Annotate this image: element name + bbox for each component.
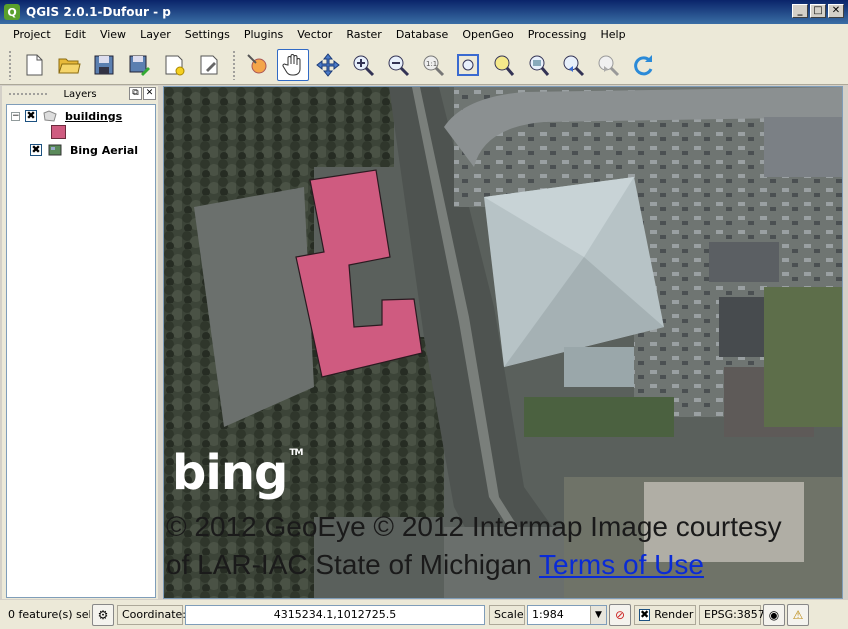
zoom-out-icon[interactable] xyxy=(382,49,414,81)
layer-row-buildings[interactable]: − ✖ buildings xyxy=(11,108,122,124)
terms-of-use-link[interactable]: Terms of Use xyxy=(539,549,704,580)
menu-raster[interactable]: Raster xyxy=(339,26,388,43)
stop-render-icon[interactable]: ⊘ xyxy=(609,603,631,626)
bing-logo-text: bing xyxy=(172,445,288,501)
layer-symbol-swatch[interactable] xyxy=(51,125,66,139)
layer-name[interactable]: Bing Aerial xyxy=(70,144,138,157)
bing-trademark: TM xyxy=(289,448,303,458)
zoom-last-icon[interactable] xyxy=(557,49,589,81)
undock-button[interactable]: ⧉ xyxy=(129,87,142,100)
refresh-icon[interactable] xyxy=(627,49,659,81)
minimize-button[interactable]: _ xyxy=(792,4,808,18)
render-checkbox[interactable]: ✖ xyxy=(639,608,651,621)
polygon-layer-icon xyxy=(43,110,57,122)
attribution-line-2: of LAR-IAC State of Michigan Terms of Us… xyxy=(166,549,704,581)
menu-bar: Project Edit View Layer Settings Plugins… xyxy=(0,24,848,45)
maximize-button[interactable]: □ xyxy=(810,4,826,18)
coordinate-label: Coordinate: xyxy=(117,604,186,625)
menu-database[interactable]: Database xyxy=(389,26,456,43)
layer-visibility-checkbox[interactable]: ✖ xyxy=(30,144,42,156)
zoom-selection-icon[interactable] xyxy=(487,49,519,81)
move-icon[interactable] xyxy=(312,49,344,81)
menu-vector[interactable]: Vector xyxy=(290,26,339,43)
menu-plugins[interactable]: Plugins xyxy=(237,26,290,43)
layers-panel: Layers ⧉ ✕ − ✖ buildings ✖ Bing Aerial xyxy=(2,86,158,599)
zoom-native-icon[interactable]: 1:1 xyxy=(417,49,449,81)
toolbar-grip-2[interactable] xyxy=(232,49,236,80)
layer-row-bing-aerial[interactable]: ✖ Bing Aerial xyxy=(25,142,138,158)
main-toolbar: 1:1 xyxy=(0,45,848,85)
zoom-next-icon[interactable] xyxy=(592,49,624,81)
collapse-icon[interactable]: − xyxy=(11,111,20,121)
status-bar: 0 feature(s) selected ⚙ Coordinate: 4315… xyxy=(0,600,848,629)
menu-view[interactable]: View xyxy=(93,26,133,43)
layer-symbol-row xyxy=(51,124,66,140)
mouse-coordinates-toggle-icon[interactable]: ⚙ xyxy=(92,603,114,626)
new-document-icon[interactable] xyxy=(18,49,50,81)
zoom-layer-icon[interactable] xyxy=(522,49,554,81)
attribution-line-1: © 2012 GeoEye © 2012 Intermap Image cour… xyxy=(166,511,782,542)
save-icon[interactable] xyxy=(88,49,120,81)
warning-icon[interactable]: ⚠ xyxy=(787,603,809,626)
composer-manager-icon[interactable] xyxy=(193,49,225,81)
menu-edit[interactable]: Edit xyxy=(58,26,93,43)
toolbar-grip[interactable] xyxy=(8,49,12,80)
scale-combobox[interactable]: 1:984 ▼ xyxy=(527,604,607,625)
chevron-down-icon[interactable]: ▼ xyxy=(590,605,606,624)
window-title: QGIS 2.0.1-Dufour - p xyxy=(26,5,171,19)
render-label: Render xyxy=(654,608,694,621)
crs-globe-icon[interactable]: ◉ xyxy=(763,603,785,626)
pan-selection-icon[interactable] xyxy=(242,49,274,81)
menu-layer[interactable]: Layer xyxy=(133,26,178,43)
menu-processing[interactable]: Processing xyxy=(521,26,594,43)
new-composer-icon[interactable] xyxy=(158,49,190,81)
window-controls: _ □ ✕ xyxy=(792,4,844,18)
panel-grip[interactable] xyxy=(8,92,48,96)
menu-project[interactable]: Project xyxy=(6,26,58,43)
attribution-text: of LAR-IAC State of Michigan xyxy=(166,549,532,580)
layer-name[interactable]: buildings xyxy=(65,110,122,123)
zoom-full-icon[interactable] xyxy=(452,49,484,81)
save-as-icon[interactable] xyxy=(123,49,155,81)
crs-button[interactable]: EPSG:3857 xyxy=(699,604,765,625)
render-toggle[interactable]: ✖ Render xyxy=(634,604,696,625)
menu-settings[interactable]: Settings xyxy=(178,26,237,43)
hand-icon[interactable] xyxy=(277,48,309,81)
title-bar: Q QGIS 2.0.1-Dufour - p _ □ ✕ xyxy=(0,0,848,24)
raster-layer-icon xyxy=(48,144,62,156)
scale-label: Scale xyxy=(489,604,525,625)
close-panel-button[interactable]: ✕ xyxy=(143,87,156,100)
menu-help[interactable]: Help xyxy=(593,26,632,43)
qgis-icon: Q xyxy=(4,4,20,20)
bing-logo: bing TM xyxy=(172,445,303,501)
feature-selection-status: 0 feature(s) selected xyxy=(8,608,90,621)
svg-text:1:1: 1:1 xyxy=(426,60,437,68)
layers-panel-title: Layers xyxy=(63,88,97,100)
layer-visibility-checkbox[interactable]: ✖ xyxy=(25,110,37,122)
open-folder-icon[interactable] xyxy=(53,49,85,81)
layers-tree: − ✖ buildings ✖ Bing Aerial xyxy=(6,104,156,598)
zoom-in-icon[interactable] xyxy=(347,49,379,81)
layers-panel-header: Layers ⧉ ✕ xyxy=(2,86,158,102)
coordinate-field[interactable]: 4315234.1,1012725.5 xyxy=(185,604,485,625)
scale-value: 1:984 xyxy=(532,608,564,621)
map-canvas[interactable]: bing TM © 2012 GeoEye © 2012 Intermap Ima… xyxy=(163,86,843,599)
menu-opengeo[interactable]: OpenGeo xyxy=(455,26,520,43)
close-button[interactable]: ✕ xyxy=(828,4,844,18)
